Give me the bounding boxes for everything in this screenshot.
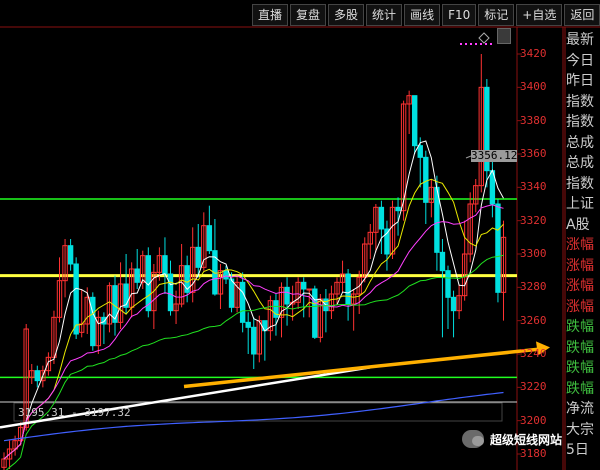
candle-body <box>73 263 79 335</box>
candle-body <box>306 288 312 291</box>
price-tick-label: 3240 <box>520 347 547 360</box>
candle-body <box>417 145 423 158</box>
price-tick-label: 3300 <box>520 247 547 260</box>
candle-body <box>439 251 446 272</box>
multi-stock-button[interactable]: 多股 <box>328 4 365 26</box>
price-tag: 3356.12 <box>471 149 518 162</box>
candle-body <box>167 273 174 312</box>
quote-side-panel: 最新 今日 昨日 指数 指数 总成 总成 指数 上证 A股 涨幅 涨幅 涨幅 涨幅 跌幅 跌幅 跌幅 跌幅 净流 大宗… <box>566 30 600 470</box>
review-button[interactable]: 复盘 <box>290 4 327 26</box>
quote-panel-row: 跌幅 <box>566 339 594 356</box>
candle-body <box>223 270 229 280</box>
price-tick-label: 3320 <box>520 213 547 227</box>
candle-body <box>239 281 246 323</box>
quote-panel-row: 跌幅 <box>566 380 594 397</box>
candle-body <box>312 288 318 338</box>
watermark: 超级短线网站 <box>462 430 562 448</box>
candle-body <box>228 278 235 308</box>
live-button[interactable]: 直播 <box>252 4 289 26</box>
candle-body <box>423 156 429 203</box>
candle-body <box>134 268 140 283</box>
quote-panel-row: 大宗 <box>566 421 594 438</box>
price-tick-label: 3420 <box>520 47 547 60</box>
quote-panel-row: 跌幅 <box>566 319 594 335</box>
back-button[interactable]: 返回 <box>564 4 600 26</box>
price-tick-label: 3340 <box>520 180 547 194</box>
add-watchlist-button[interactable]: +自选 <box>516 4 563 26</box>
quote-panel-row: 指数 <box>566 175 594 192</box>
candle-body <box>412 95 418 147</box>
candle-body <box>301 281 307 290</box>
candle-body <box>34 370 40 382</box>
price-tick-label: 3380 <box>520 113 547 127</box>
candle-body <box>206 225 213 252</box>
candle-body <box>101 316 107 325</box>
candle-body <box>345 273 351 305</box>
candle-body <box>251 326 257 355</box>
diamond-icon <box>478 32 490 44</box>
toolbar: 直播 复盘 多股 统计 画线 F10 标记 +自选 返回 G <box>252 4 600 26</box>
ma-value-label: 3195.31 - 3197.32 <box>18 406 131 419</box>
price-tick-label: 3180 <box>520 447 547 460</box>
price-tick-label: 3280 <box>520 280 547 294</box>
statistics-button[interactable]: 统计 <box>366 4 403 26</box>
candle-body <box>162 255 168 275</box>
scroll-handle[interactable] <box>497 28 511 44</box>
candle-body <box>112 285 118 323</box>
quote-panel-row: 跌幅 <box>566 360 594 376</box>
price-tick-label: 3360 <box>520 147 547 160</box>
quote-panel-row: 昨日 <box>566 73 594 89</box>
quote-panel-row: 最新 <box>566 32 594 48</box>
price-tick-label: 3400 <box>520 80 547 94</box>
quote-panel-row: 涨幅 <box>566 298 594 315</box>
candlestick-chart[interactable] <box>0 0 600 470</box>
quote-panel-row: 涨幅 <box>566 278 594 294</box>
mark-button[interactable]: 标记 <box>478 4 515 26</box>
quote-panel-row: 5日 <box>566 442 589 458</box>
quote-panel-row: 指数 <box>566 114 594 130</box>
price-tick-label: 3260 <box>520 313 547 327</box>
candle-body <box>90 296 96 347</box>
candle-body <box>284 286 290 305</box>
quote-panel-row: 涨幅 <box>566 257 594 274</box>
candle-body <box>378 206 385 230</box>
watermark-text: 超级短线网站 <box>490 432 563 447</box>
quote-panel-row: 净流 <box>566 401 594 417</box>
quote-panel-row: 上证 <box>566 196 594 212</box>
f10-button[interactable]: F10 <box>442 4 477 26</box>
price-tick-label: 3220 <box>520 380 547 394</box>
quote-panel-row: 总成 <box>566 155 594 171</box>
candle-body <box>67 245 74 265</box>
candle-body <box>245 321 251 328</box>
trend-arrow-line <box>183 347 543 389</box>
candle-body <box>445 270 451 298</box>
draw-line-button[interactable]: 画线 <box>404 4 441 26</box>
quote-panel-row: 指数 <box>566 93 594 110</box>
quote-panel-row: 今日 <box>566 52 594 69</box>
wechat-icon <box>462 430 484 448</box>
price-tick-label: 3200 <box>520 413 547 427</box>
quote-panel-row: 总成 <box>566 134 594 151</box>
quote-panel-row: 涨幅 <box>566 237 594 253</box>
candle-body <box>395 206 401 212</box>
quote-panel-row: A股 <box>566 216 590 233</box>
candle-body <box>495 203 501 293</box>
candle-body <box>450 296 457 312</box>
candle-body <box>195 246 201 268</box>
